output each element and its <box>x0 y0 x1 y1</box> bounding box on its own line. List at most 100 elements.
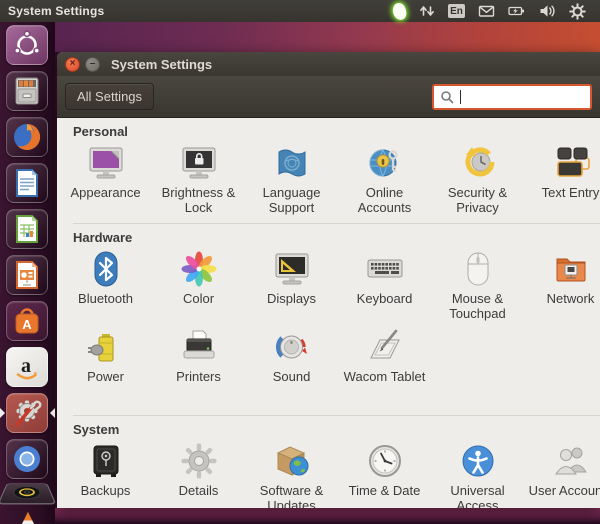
software-center-icon: A <box>11 305 43 337</box>
vlc-cone-icon <box>3 511 51 524</box>
system-tray: En <box>391 1 600 21</box>
launcher-item-libreoffice-impress[interactable] <box>6 255 48 295</box>
settings-item-label: Details <box>178 483 219 498</box>
settings-item-backups[interactable]: Backups <box>59 441 152 508</box>
settings-section: System Backups Details Software & Update… <box>57 422 600 508</box>
window-titlebar[interactable]: × – System Settings <box>57 52 600 76</box>
settings-item-network[interactable]: Network <box>524 249 600 323</box>
backups-icon <box>86 441 126 481</box>
settings-section: Personal Appearance Brightness & Lock La… <box>57 124 600 224</box>
settings-item-power[interactable]: Power <box>59 327 152 401</box>
speaker-disc-icon <box>3 485 51 503</box>
libreoffice-calc-icon <box>11 213 43 245</box>
launcher-item-chromium[interactable] <box>6 439 48 479</box>
settings-item-wacom-tablet[interactable]: Wacom Tablet <box>338 327 431 401</box>
settings-item-text-entry[interactable]: Text Entry <box>524 143 600 217</box>
software-updates-icon <box>272 441 312 481</box>
section-grid: Backups Details Software & Updates Time … <box>57 441 600 508</box>
language-support-icon <box>272 143 312 183</box>
time-date-icon <box>365 441 405 481</box>
network-arrows-icon[interactable] <box>419 3 435 19</box>
settings-item-appearance[interactable]: Appearance <box>59 143 152 217</box>
printers-icon <box>179 327 219 367</box>
launcher-item-ubuntu-dash[interactable] <box>6 25 48 65</box>
launcher-item-amazon[interactable]: a <box>6 347 48 387</box>
settings-item-label: Online Accounts <box>357 185 412 215</box>
settings-section: Hardware Bluetooth Color Displays Keyboa… <box>57 230 600 416</box>
security-privacy-icon <box>458 143 498 183</box>
settings-panel: Personal Appearance Brightness & Lock La… <box>57 124 600 508</box>
text-caret <box>460 89 461 104</box>
focused-app-arrow-left <box>0 408 5 418</box>
section-grid: Bluetooth Color Displays Keyboard Mouse … <box>57 249 600 401</box>
settings-item-universal-access[interactable]: Universal Access <box>431 441 524 508</box>
search-icon <box>441 90 454 103</box>
settings-item-security-privacy[interactable]: Security & Privacy <box>431 143 524 217</box>
svg-text:a: a <box>21 355 31 377</box>
settings-item-label: Text Entry <box>541 185 600 200</box>
brightness-lock-icon <box>179 143 219 183</box>
search-input[interactable] <box>432 83 592 110</box>
settings-item-details[interactable]: Details <box>152 441 245 508</box>
volume-icon[interactable] <box>539 3 556 19</box>
settings-item-brightness-lock[interactable]: Brightness & Lock <box>152 143 245 217</box>
launcher-item-vlc[interactable] <box>1 511 55 524</box>
launcher-item-firefox[interactable] <box>6 117 48 157</box>
details-icon <box>179 441 219 481</box>
settings-item-sound[interactable]: Sound <box>245 327 338 401</box>
settings-item-online-accounts[interactable]: Online Accounts <box>338 143 431 217</box>
chromium-icon <box>11 443 43 475</box>
close-button[interactable]: × <box>65 56 80 72</box>
settings-item-label: Bluetooth <box>78 291 133 306</box>
system-settings-window: × – System Settings All Settings Persona… <box>57 52 600 508</box>
settings-item-keyboard[interactable]: Keyboard <box>338 249 431 323</box>
minimize-button[interactable]: – <box>85 56 100 72</box>
settings-item-label: Color <box>182 291 215 306</box>
settings-item-label: Mouse & Touchpad <box>449 291 506 321</box>
settings-item-language-support[interactable]: Language Support <box>245 143 338 217</box>
settings-item-displays[interactable]: Displays <box>245 249 338 323</box>
settings-item-bluetooth[interactable]: Bluetooth <box>59 249 152 323</box>
settings-item-label: Software & Updates <box>259 483 324 508</box>
launcher-item-libreoffice-writer[interactable] <box>6 163 48 203</box>
settings-item-user-accounts[interactable]: User Accounts <box>524 441 600 508</box>
settings-item-label: Brightness & Lock <box>161 185 236 215</box>
launcher-item-software-center[interactable]: A <box>6 301 48 341</box>
settings-item-software-updates[interactable]: Software & Updates <box>245 441 338 508</box>
settings-item-printers[interactable]: Printers <box>152 327 245 401</box>
launcher-item-libreoffice-calc[interactable] <box>6 209 48 249</box>
text-entry-icon <box>551 143 591 183</box>
active-app-title: System Settings <box>8 4 105 18</box>
settings-item-label: Wacom Tablet <box>343 369 426 384</box>
launcher-item-folded-media[interactable] <box>0 483 57 505</box>
mail-icon[interactable] <box>478 3 495 19</box>
settings-item-label: Displays <box>266 291 317 306</box>
all-settings-button[interactable]: All Settings <box>65 83 155 110</box>
settings-item-mouse-touchpad[interactable]: Mouse & Touchpad <box>431 249 524 323</box>
user-accounts-icon <box>551 441 591 481</box>
mouse-touchpad-icon <box>458 249 498 289</box>
libreoffice-writer-icon <box>11 167 43 199</box>
settings-item-color[interactable]: Color <box>152 249 245 323</box>
session-gear-icon[interactable] <box>569 2 586 20</box>
settings-item-label: Language Support <box>262 185 321 215</box>
window-toolbar: All Settings <box>57 76 600 118</box>
settings-item-label: Security & Privacy <box>447 185 508 215</box>
settings-item-label: Printers <box>176 369 221 384</box>
settings-item-label: Sound <box>272 369 311 384</box>
launcher-item-files[interactable] <box>6 71 48 111</box>
wacom-tablet-icon <box>365 327 405 367</box>
keyboard-layout-indicator[interactable]: En <box>448 4 465 18</box>
section-divider <box>73 415 600 416</box>
libreoffice-impress-icon <box>11 259 43 291</box>
settings-item-label: Power <box>87 369 124 384</box>
settings-item-label: Network <box>546 291 595 306</box>
displays-icon <box>272 249 312 289</box>
battery-icon[interactable] <box>508 3 526 19</box>
top-menu-bar: System Settings En <box>0 0 600 22</box>
settings-item-time-date[interactable]: Time & Date <box>338 441 431 508</box>
launcher-item-system-settings[interactable] <box>6 393 48 433</box>
status-blob-icon[interactable] <box>391 1 408 21</box>
appearance-icon <box>86 143 126 183</box>
bluetooth-icon <box>86 249 126 289</box>
